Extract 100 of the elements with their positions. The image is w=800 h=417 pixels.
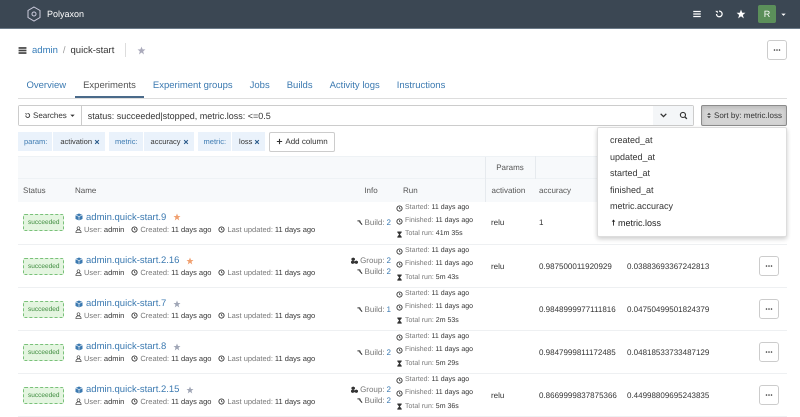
cube-icon — [75, 256, 83, 264]
meta-text: Build: — [364, 346, 385, 358]
info-link[interactable]: 2 — [386, 346, 391, 358]
info-link[interactable]: 2 — [386, 384, 391, 395]
list-icon[interactable] — [692, 9, 702, 19]
search-bar[interactable]: Searches status: succeeded|stopped, metric.loss: <=0.5 — [18, 105, 694, 126]
clock-icon — [396, 390, 403, 398]
user-avatar[interactable]: R — [758, 5, 776, 23]
star-icon[interactable] — [173, 342, 182, 350]
hourglass-icon — [396, 403, 403, 410]
user-icon — [75, 355, 82, 362]
experiment-link[interactable]: admin.quick-start.2.16 — [86, 255, 180, 266]
chevron-down-icon — [658, 111, 668, 120]
brand-name[interactable]: Polyaxon — [47, 9, 84, 19]
table-cell: 0.03883693367242813 — [627, 262, 710, 270]
table-cell: 0.9848999977111816 — [539, 304, 616, 314]
hourglass-icon — [396, 274, 403, 282]
column-header: Info — [364, 186, 378, 195]
cube-icon — [75, 342, 83, 350]
project-name: quick-start — [70, 44, 114, 56]
clock-icon — [396, 304, 403, 312]
star-icon[interactable] — [173, 300, 182, 308]
experiment-link[interactable]: admin.quick-start.7 — [86, 298, 166, 309]
clock-icon — [218, 269, 226, 276]
hourglass-icon — [396, 317, 403, 324]
tab[interactable]: Experiment groups — [144, 75, 242, 98]
cube-icon — [75, 213, 83, 222]
star-icon[interactable] — [173, 213, 182, 222]
experiment-link[interactable]: admin.quick-start.9 — [86, 212, 166, 223]
hexagon-logo-icon — [26, 6, 42, 22]
meta-text: Build: — [364, 217, 385, 228]
owner-link[interactable]: admin — [32, 44, 58, 56]
experiment-link[interactable]: admin.quick-start.8 — [86, 341, 166, 352]
searches-dropdown[interactable]: Searches — [19, 106, 82, 125]
sort-option[interactable]: updated_at — [598, 148, 786, 165]
add-column-button[interactable]: Add column — [269, 132, 335, 152]
star-icon[interactable] — [736, 9, 746, 19]
caret-icon — [68, 112, 76, 119]
chevron-down-button[interactable] — [653, 106, 673, 125]
info-link[interactable]: 2 — [386, 217, 391, 228]
experiment-link[interactable]: admin.quick-start.2.15 — [86, 384, 180, 395]
cubes-icon — [351, 257, 358, 264]
table-cell: 1 — [539, 218, 544, 228]
tab[interactable]: Instructions — [388, 75, 454, 98]
user-icon — [75, 312, 82, 319]
sort-option[interactable]: started_at — [598, 165, 786, 182]
info-link[interactable]: 1 — [386, 304, 391, 314]
row-actions-button[interactable] — [759, 342, 779, 362]
remove-icon[interactable] — [254, 132, 266, 151]
remove-icon[interactable] — [182, 132, 194, 151]
tab[interactable]: Activity logs — [321, 75, 388, 98]
table-cell: relu — [491, 262, 504, 270]
clock-icon — [131, 312, 138, 319]
hammer-icon — [356, 268, 363, 275]
sort-option[interactable]: created_at — [598, 132, 786, 148]
table-cell: 0.9847999811172485 — [539, 348, 616, 356]
clock-icon — [396, 290, 403, 298]
plus-icon — [276, 138, 284, 145]
info-link[interactable]: 2 — [386, 266, 391, 277]
clock-icon — [131, 226, 138, 233]
star-icon[interactable] — [137, 46, 146, 54]
sort-option[interactable]: metric.loss — [598, 214, 786, 231]
table-cell: relu — [491, 218, 504, 228]
column-group-header: Params — [496, 163, 524, 172]
more-button[interactable] — [767, 40, 787, 60]
meta-text: Group: — [360, 255, 385, 266]
star-icon[interactable] — [186, 256, 194, 264]
sort-button[interactable]: Sort by: metric.loss — [700, 105, 787, 126]
table-cell: 0.04818533733487129 — [627, 348, 710, 356]
column-header: Name — [75, 186, 96, 195]
tab[interactable]: Overview — [18, 75, 75, 98]
row-actions-button[interactable] — [759, 256, 779, 276]
clock-icon — [218, 226, 226, 233]
row-actions-button[interactable] — [759, 299, 779, 319]
clock-icon — [396, 376, 403, 384]
star-icon[interactable] — [186, 386, 194, 394]
breadcrumb-separator: / — [62, 44, 66, 56]
table-cell: relu — [491, 390, 504, 400]
sort-icon — [706, 112, 712, 119]
table-cell: 0.04750499501824379 — [627, 304, 710, 314]
clock-icon — [396, 218, 403, 225]
caret-icon — [780, 10, 787, 18]
tab[interactable]: Jobs — [241, 75, 278, 98]
sort-option[interactable]: finished_at — [598, 182, 786, 198]
tab[interactable]: Experiments — [74, 75, 144, 98]
tab[interactable]: Builds — [278, 75, 322, 98]
cube-icon — [75, 386, 83, 394]
column-header: accuracy — [539, 186, 572, 195]
search-button[interactable] — [673, 106, 693, 125]
table-cell: 0.8669999837875366 — [539, 390, 617, 400]
sort-option[interactable]: metric.accuracy — [598, 198, 786, 214]
remove-icon[interactable] — [94, 132, 106, 151]
search-icon — [678, 111, 688, 120]
history-icon[interactable] — [714, 9, 724, 19]
history-icon — [24, 112, 31, 119]
info-link[interactable]: 2 — [386, 255, 391, 266]
table-cell: 0.987500011920929 — [539, 262, 612, 270]
clock-icon — [218, 312, 226, 319]
info-link[interactable]: 2 — [386, 395, 391, 406]
row-actions-button[interactable] — [759, 385, 779, 405]
